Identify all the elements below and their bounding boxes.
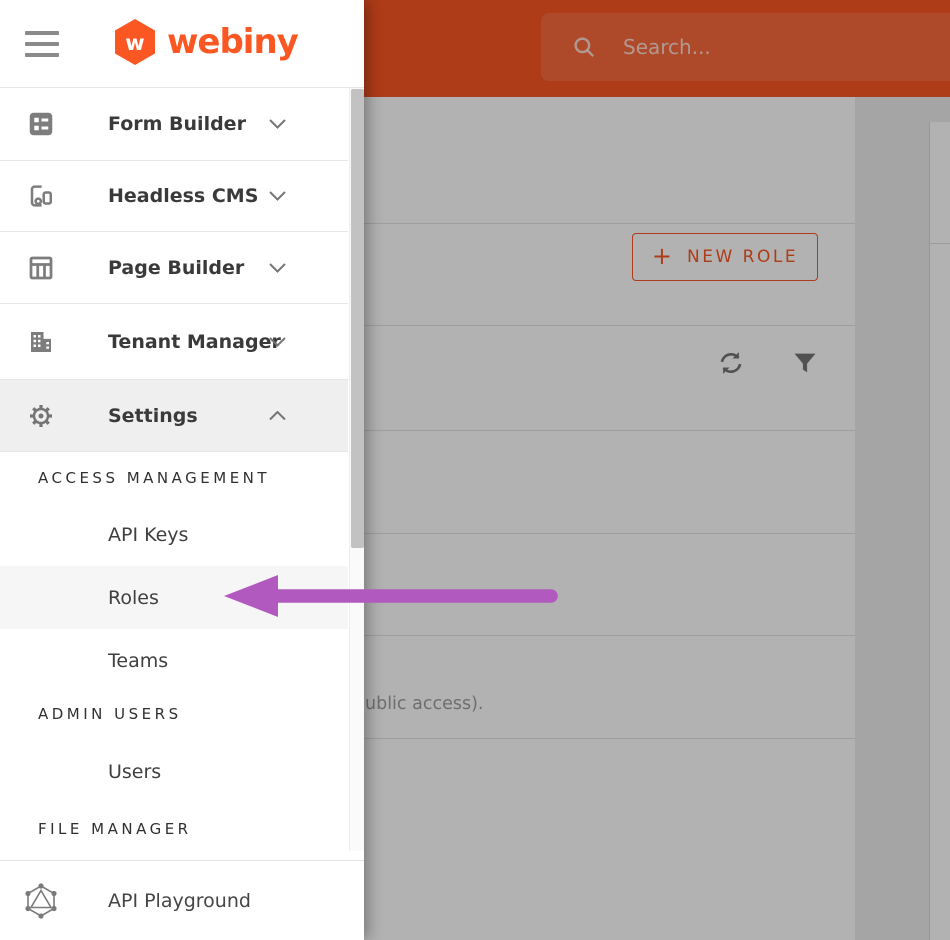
sidebar-item-form-builder[interactable]: Form Builder: [0, 88, 348, 161]
section-header-admin-users: ADMIN USERS: [38, 704, 182, 723]
drawer-bottom-section: API Playground: [0, 860, 364, 940]
webiny-logo[interactable]: w webiny: [112, 18, 299, 66]
headless-cms-icon: [26, 181, 58, 211]
navigation-drawer: w webiny Form Builder Headless CMS Page …: [0, 0, 364, 940]
chevron-down-icon: [269, 336, 286, 347]
sidebar-item-api-keys[interactable]: API Keys: [0, 504, 348, 566]
drawer-scrollbar-thumb[interactable]: [351, 89, 364, 548]
chevron-up-icon: [269, 410, 286, 421]
sidebar-item-users[interactable]: Users: [0, 737, 348, 807]
sidebar-item-settings[interactable]: Settings: [0, 380, 348, 452]
sidebar-item-headless-cms[interactable]: Headless CMS: [0, 161, 348, 232]
drawer-scrollbar-track[interactable]: [349, 88, 364, 851]
form-builder-icon: [26, 109, 58, 139]
section-header-access-management: ACCESS MANAGEMENT: [38, 469, 271, 487]
drawer-header: w webiny: [0, 0, 364, 88]
svg-text:w: w: [125, 31, 144, 55]
sidebar-item-roles[interactable]: Roles: [0, 566, 348, 629]
graphql-icon: [24, 883, 58, 919]
chevron-down-icon: [269, 262, 286, 273]
hamburger-menu-icon[interactable]: [25, 31, 59, 57]
tenant-manager-icon: [26, 327, 58, 357]
sidebar-item-tenant-manager[interactable]: Tenant Manager: [0, 304, 348, 380]
chevron-down-icon: [269, 119, 286, 129]
sidebar-item-page-builder[interactable]: Page Builder: [0, 232, 348, 304]
webiny-admin-window: + NEW ROLE ublic access).: [0, 0, 950, 940]
settings-gear-icon: [26, 401, 58, 431]
chevron-down-icon: [269, 191, 286, 201]
webiny-hexagon-icon: w: [115, 19, 155, 65]
sidebar-item-teams[interactable]: Teams: [0, 629, 348, 692]
section-header-file-manager: FILE MANAGER: [38, 820, 192, 838]
sidebar-item-api-playground[interactable]: API Playground: [0, 861, 364, 940]
page-builder-icon: [26, 253, 58, 283]
brand-wordmark: webiny: [167, 22, 299, 62]
